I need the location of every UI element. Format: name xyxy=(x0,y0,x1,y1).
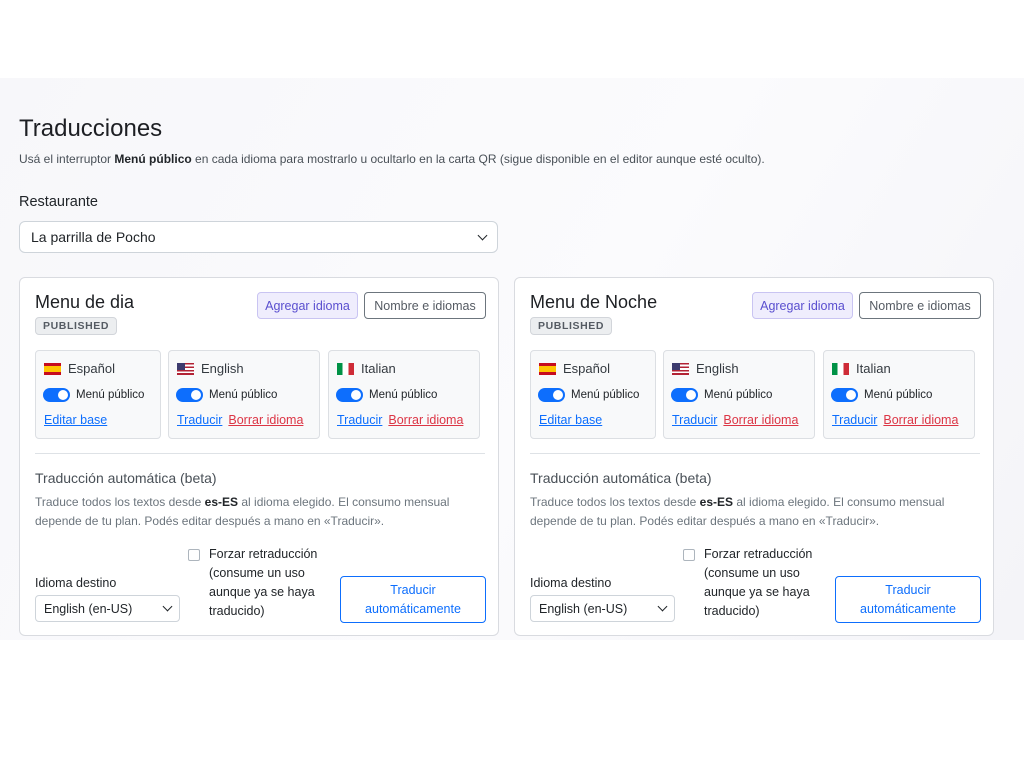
delete-language-link[interactable]: Borrar idioma xyxy=(228,413,303,427)
us-flag-icon xyxy=(177,362,194,375)
language-name: Español xyxy=(563,361,610,376)
edit-base-link[interactable]: Editar base xyxy=(539,413,602,427)
language-card-en: English Menú público Traducir Borrar idio… xyxy=(663,350,815,439)
public-menu-toggle[interactable] xyxy=(538,388,565,402)
language-name: English xyxy=(201,361,244,376)
auto-translate-title: Traducción automática (beta) xyxy=(530,470,712,486)
public-menu-toggle[interactable] xyxy=(336,388,363,402)
menu-title: Menu de dia xyxy=(35,292,135,312)
menu-card: Menu de dia PUBLISHED Agregar idioma Nom… xyxy=(19,277,499,636)
add-language-button[interactable]: Agregar idioma xyxy=(752,292,853,319)
target-language-select[interactable]: English (en-US) xyxy=(35,595,180,622)
delete-language-link[interactable]: Borrar idioma xyxy=(388,413,463,427)
spain-flag-icon xyxy=(539,362,556,375)
status-badge: PUBLISHED xyxy=(530,317,613,335)
toggle-label: Menú público xyxy=(209,389,278,401)
auto-translate-description: Traduce todos los textos desde es-ES al … xyxy=(530,495,945,528)
chevron-down-icon xyxy=(477,230,488,240)
language-card-en: English Menú público Traducir Borrar idio… xyxy=(168,350,320,439)
translate-link[interactable]: Traducir xyxy=(832,413,877,427)
language-name: Italian xyxy=(856,361,891,376)
us-flag-icon xyxy=(672,362,689,375)
chevron-down-icon xyxy=(162,601,173,612)
public-menu-toggle[interactable] xyxy=(43,388,70,402)
toggle-label: Menú público xyxy=(369,389,438,401)
italy-flag-icon xyxy=(832,362,849,375)
chevron-down-icon xyxy=(657,601,668,612)
add-language-button[interactable]: Agregar idioma xyxy=(257,292,358,319)
target-language-value: English (en-US) xyxy=(539,601,628,616)
public-menu-toggle[interactable] xyxy=(671,388,698,402)
auto-translate-button[interactable]: Traducir automáticamente xyxy=(835,576,981,623)
public-menu-toggle[interactable] xyxy=(831,388,858,402)
page-subtitle: Usá el interruptor Menú público en cada … xyxy=(19,152,765,166)
delete-language-link[interactable]: Borrar idioma xyxy=(723,413,798,427)
public-menu-toggle[interactable] xyxy=(176,388,203,402)
auto-translate-title: Traducción automática (beta) xyxy=(35,470,217,486)
italy-flag-icon xyxy=(337,362,354,375)
page-title: Traducciones xyxy=(19,115,163,142)
language-card-es: Español Menú público Editar base xyxy=(35,350,161,439)
translate-link[interactable]: Traducir xyxy=(177,413,222,427)
language-card-it: Italian Menú público Traducir Borrar idio… xyxy=(823,350,975,439)
restaurant-label: Restaurante xyxy=(19,194,98,210)
language-card-es: Español Menú público Editar base xyxy=(530,350,656,439)
toggle-label: Menú público xyxy=(864,389,933,401)
target-language-select[interactable]: English (en-US) xyxy=(530,595,675,622)
toggle-label: Menú público xyxy=(571,389,640,401)
divider xyxy=(35,453,485,454)
edit-base-link[interactable]: Editar base xyxy=(44,413,107,427)
restaurant-select[interactable]: La parrilla de Pocho xyxy=(19,221,498,253)
language-name: Español xyxy=(68,361,115,376)
divider xyxy=(530,453,980,454)
force-retranslate-checkbox[interactable] xyxy=(188,549,200,561)
language-card-it: Italian Menú público Traducir Borrar idio… xyxy=(328,350,480,439)
auto-translate-description: Traduce todos los textos desde es-ES al … xyxy=(35,495,450,528)
force-retranslate-label: Forzar retraducción (consume un uso aunq… xyxy=(209,547,318,618)
spain-flag-icon xyxy=(44,362,61,375)
target-language-value: English (en-US) xyxy=(44,601,133,616)
restaurant-select-value: La parrilla de Pocho xyxy=(31,229,156,245)
names-languages-button[interactable]: Nombre e idiomas xyxy=(364,292,486,319)
force-retranslate-checkbox[interactable] xyxy=(683,549,695,561)
delete-language-link[interactable]: Borrar idioma xyxy=(883,413,958,427)
toggle-label: Menú público xyxy=(76,389,145,401)
language-name: English xyxy=(696,361,739,376)
force-retranslate-label: Forzar retraducción (consume un uso aunq… xyxy=(704,547,813,618)
status-badge: PUBLISHED xyxy=(35,317,118,335)
target-language-label: Idioma destino xyxy=(35,576,117,590)
auto-translate-button[interactable]: Traducir automáticamente xyxy=(340,576,486,623)
menu-card: Menu de Noche PUBLISHED Agregar idioma N… xyxy=(514,277,994,636)
menu-title: Menu de Noche xyxy=(530,292,658,312)
language-name: Italian xyxy=(361,361,396,376)
translate-link[interactable]: Traducir xyxy=(672,413,717,427)
names-languages-button[interactable]: Nombre e idiomas xyxy=(859,292,981,319)
toggle-label: Menú público xyxy=(704,389,773,401)
translate-link[interactable]: Traducir xyxy=(337,413,382,427)
target-language-label: Idioma destino xyxy=(530,576,612,590)
